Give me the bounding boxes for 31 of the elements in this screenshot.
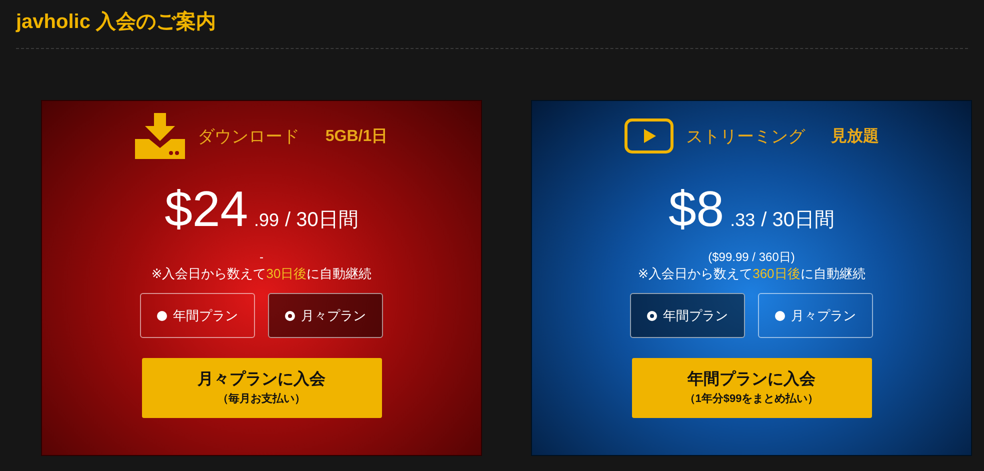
price-cents: .33 [730, 210, 756, 231]
radio-icon [647, 310, 657, 320]
join-button[interactable]: 月々プランに入会 （毎月お支払い） [142, 358, 382, 418]
plan-name: ダウンロード [197, 126, 300, 148]
price-cents: .99 [254, 210, 280, 231]
radio-icon [157, 310, 167, 320]
plan-option[interactable]: 月々プラン [268, 293, 383, 338]
plan-option[interactable]: 年間プラン [140, 293, 255, 338]
download-icon [135, 113, 186, 159]
price-note: - [260, 249, 264, 265]
plan-option[interactable]: 年間プラン [630, 293, 745, 338]
plan-option[interactable]: 月々プラン [758, 293, 873, 338]
plan-quota: 5GB/1日 [325, 126, 388, 146]
price-period: / 30日間 [285, 208, 358, 233]
option-label: 月々プラン [301, 306, 366, 324]
option-label: 年間プラン [173, 306, 238, 324]
price-amount: $24 [164, 181, 248, 237]
plan-name: ストリーミング [686, 126, 805, 148]
play-icon [624, 118, 674, 154]
option-label: 月々プラン [791, 306, 856, 324]
renewal-note: ※入会日から数えて360日後に自動継続 [638, 265, 866, 283]
option-label: 年間プラン [663, 306, 728, 324]
price-note: ($99.99 / 360日) [708, 249, 795, 265]
radio-icon [285, 310, 295, 320]
join-button[interactable]: 年間プランに入会 （1年分$99をまとめ払い） [632, 358, 872, 418]
radio-icon [775, 310, 785, 320]
price-amount: $8 [668, 181, 724, 237]
price-period: / 30日間 [761, 208, 834, 233]
plan-quota: 見放題 [831, 126, 879, 146]
page-title: javholic 入会のご案内 [16, 9, 216, 35]
renewal-note: ※入会日から数えて30日後に自動継続 [151, 265, 372, 283]
